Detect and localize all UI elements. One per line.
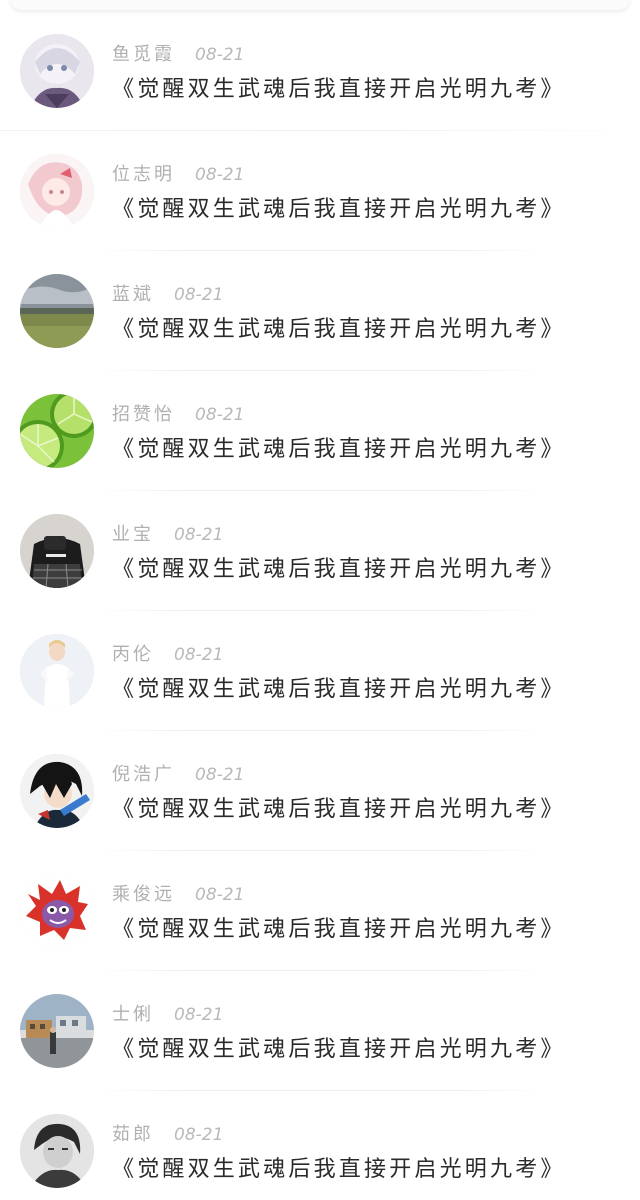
item-meta: 乘俊远 08-21 (112, 880, 244, 906)
post-date: 08-21 (174, 525, 224, 545)
book-title[interactable]: 《觉醒双生武魂后我直接开启光明九考》 (112, 1151, 566, 1183)
list-item[interactable]: 招赞怡 08-21 《觉醒双生武魂后我直接开启光明九考》 (0, 360, 640, 480)
author-name[interactable]: 丙伦 (112, 640, 154, 666)
grassland-landscape-avatar-icon[interactable] (20, 274, 94, 348)
author-name[interactable]: 蓝斌 (112, 280, 154, 306)
list-item[interactable]: 鱼觅霞 08-21 《觉醒双生武魂后我直接开启光明九考》 (0, 0, 640, 120)
author-name[interactable]: 招赞怡 (112, 400, 175, 426)
book-title[interactable]: 《觉醒双生武魂后我直接开启光明九考》 (112, 791, 566, 823)
street-scene-avatar-icon[interactable] (20, 994, 94, 1068)
book-title[interactable]: 《觉醒双生武魂后我直接开启光明九考》 (112, 71, 566, 103)
black-shirt-person-avatar-icon[interactable] (20, 514, 94, 588)
list-item[interactable]: 茹郎 08-21 《觉醒双生武魂后我直接开启光明九考》 (0, 1080, 640, 1200)
bw-portrait-avatar-icon[interactable] (20, 1114, 94, 1188)
anime-white-hair-avatar-icon[interactable] (20, 34, 94, 108)
book-title[interactable]: 《觉醒双生武魂后我直接开启光明九考》 (112, 191, 566, 223)
post-date: 08-21 (195, 45, 245, 65)
book-title[interactable]: 《觉醒双生武魂后我直接开启光明九考》 (112, 1031, 566, 1063)
item-meta: 招赞怡 08-21 (112, 400, 244, 426)
author-name[interactable]: 茹郎 (112, 1120, 154, 1146)
post-date: 08-21 (195, 765, 245, 785)
list-item[interactable]: 士俐 08-21 《觉醒双生武魂后我直接开启光明九考》 (0, 960, 640, 1080)
item-meta: 鱼觅霞 08-21 (112, 40, 244, 66)
post-date: 08-21 (195, 405, 245, 425)
book-title[interactable]: 《觉醒双生武魂后我直接开启光明九考》 (112, 311, 566, 343)
item-meta: 位志明 08-21 (112, 160, 244, 186)
post-date: 08-21 (174, 285, 224, 305)
book-title[interactable]: 《觉醒双生武魂后我直接开启光明九考》 (112, 431, 566, 463)
item-meta: 倪浩广 08-21 (112, 760, 244, 786)
list-item[interactable]: 蓝斌 08-21 《觉醒双生武魂后我直接开启光明九考》 (0, 240, 640, 360)
lime-slices-avatar-icon[interactable] (20, 394, 94, 468)
list-item[interactable]: 丙伦 08-21 《觉醒双生武魂后我直接开启光明九考》 (0, 600, 640, 720)
post-date: 08-21 (174, 645, 224, 665)
author-name[interactable]: 乘俊远 (112, 880, 175, 906)
item-meta: 丙伦 08-21 (112, 640, 223, 666)
book-title[interactable]: 《觉醒双生武魂后我直接开启光明九考》 (112, 671, 566, 703)
author-name[interactable]: 位志明 (112, 160, 175, 186)
post-date: 08-21 (195, 165, 245, 185)
list-item[interactable]: 位志明 08-21 《觉醒双生武魂后我直接开启光明九考》 (0, 120, 640, 240)
child-white-dress-avatar-icon[interactable] (20, 634, 94, 708)
anime-dark-hair-avatar-icon[interactable] (20, 754, 94, 828)
pink-anime-girl-avatar-icon[interactable] (20, 154, 94, 228)
cartoon-mascot-avatar-icon[interactable] (20, 874, 94, 948)
item-meta: 茹郎 08-21 (112, 1120, 223, 1146)
post-date: 08-21 (195, 885, 245, 905)
book-title[interactable]: 《觉醒双生武魂后我直接开启光明九考》 (112, 551, 566, 583)
book-title[interactable]: 《觉醒双生武魂后我直接开启光明九考》 (112, 911, 566, 943)
author-name[interactable]: 鱼觅霞 (112, 40, 175, 66)
item-meta: 蓝斌 08-21 (112, 280, 223, 306)
post-date: 08-21 (174, 1005, 224, 1025)
item-meta: 业宝 08-21 (112, 520, 223, 546)
author-name[interactable]: 士俐 (112, 1000, 154, 1026)
post-date: 08-21 (174, 1125, 224, 1145)
list-item[interactable]: 乘俊远 08-21 《觉醒双生武魂后我直接开启光明九考》 (0, 840, 640, 960)
list-item[interactable]: 业宝 08-21 《觉醒双生武魂后我直接开启光明九考》 (0, 480, 640, 600)
list-item[interactable]: 倪浩广 08-21 《觉醒双生武魂后我直接开启光明九考》 (0, 720, 640, 840)
author-name[interactable]: 业宝 (112, 520, 154, 546)
author-name[interactable]: 倪浩广 (112, 760, 175, 786)
item-meta: 士俐 08-21 (112, 1000, 223, 1026)
